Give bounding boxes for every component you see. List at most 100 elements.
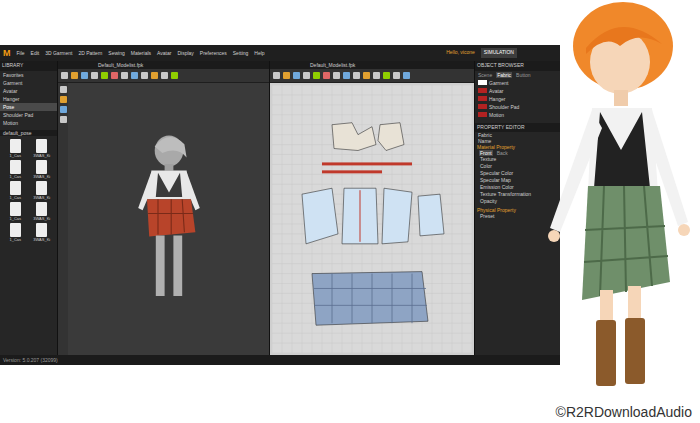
tool-icon[interactable]	[283, 72, 290, 79]
thumbnail[interactable]: 3WAS_Ki	[30, 139, 55, 158]
tool-icon[interactable]	[101, 72, 108, 79]
library-item[interactable]: Shoulder Pad	[0, 111, 57, 119]
thumbnail[interactable]: 3WAS_Ki	[30, 160, 55, 179]
object-browser: OBJECT BROWSERSceneFabricButtonGarmentAv…	[475, 61, 560, 355]
fabric-item[interactable]: Garment	[475, 79, 560, 87]
menu-item[interactable]: Edit	[31, 51, 40, 56]
tool-icon[interactable]	[141, 72, 148, 79]
menu-item[interactable]: Avatar	[157, 51, 171, 56]
menu-item[interactable]: Display	[177, 51, 193, 56]
property-row[interactable]: Fabric	[475, 132, 560, 138]
library-item[interactable]: Pose	[0, 103, 57, 111]
thumbnail[interactable]: 1_Cas	[3, 160, 28, 179]
library-item[interactable]: Garment	[0, 79, 57, 87]
thumbnail[interactable]: 3WAS_Ki	[30, 223, 55, 242]
fabric-swatch	[478, 80, 487, 85]
menu-item[interactable]: Help	[254, 51, 264, 56]
user-greeting[interactable]: Hello, vicone	[446, 49, 475, 57]
tool-icon[interactable]	[60, 116, 67, 123]
tool-icon[interactable]	[161, 72, 168, 79]
file-icon	[10, 139, 21, 153]
thumbnail-grid: 1_Cas3WAS_Ki1_Cas3WAS_Ki1_Cas3WAS_Ki1_Ca…	[0, 136, 57, 242]
library-item[interactable]: Motion	[0, 119, 57, 127]
menu-item[interactable]: File	[17, 51, 25, 56]
tool-icon[interactable]	[61, 72, 68, 79]
fabric-item[interactable]: Motion	[475, 111, 560, 119]
fabric-item[interactable]: Hanger	[475, 95, 560, 103]
browser-tab[interactable]: Button	[515, 72, 531, 78]
avatar-figure[interactable]	[114, 94, 224, 344]
property-row[interactable]: Preset	[475, 213, 560, 220]
app-logo[interactable]: M	[3, 49, 11, 58]
menu-item[interactable]: Preferences	[200, 51, 227, 56]
tool-icon[interactable]	[151, 72, 158, 79]
browser-tab[interactable]: Fabric	[496, 72, 512, 78]
file-icon	[10, 181, 21, 195]
viewport[interactable]	[68, 83, 269, 355]
menu-item[interactable]: Materials	[131, 51, 151, 56]
tool-icon[interactable]	[273, 72, 280, 79]
tool-icon[interactable]	[81, 72, 88, 79]
document-tab[interactable]: Default_Modelist.fpk	[310, 63, 355, 68]
tool-icon[interactable]	[343, 72, 350, 79]
tool-icon[interactable]	[383, 72, 390, 79]
window-3d: Default_Modelist.fpk	[58, 61, 270, 355]
tool-icon[interactable]	[303, 72, 310, 79]
tool-icon[interactable]	[60, 106, 67, 113]
menu-item[interactable]: Sewing	[108, 51, 124, 56]
tool-icon[interactable]	[323, 72, 330, 79]
menu-item[interactable]: 3D Garment	[45, 51, 72, 56]
menu-item[interactable]: 2D Pattern	[78, 51, 102, 56]
section-header[interactable]: Physical Property	[475, 207, 560, 213]
fabric-swatch	[478, 96, 487, 101]
tool-icon[interactable]	[333, 72, 340, 79]
tool-icon[interactable]	[71, 72, 78, 79]
tool-icon[interactable]	[313, 72, 320, 79]
tool-icon[interactable]	[91, 72, 98, 79]
pattern-canvas[interactable]	[272, 85, 472, 353]
property-row[interactable]: Opacity	[475, 198, 560, 205]
tool-icon[interactable]	[60, 96, 67, 103]
thumbnail[interactable]: 1_Cas	[3, 181, 28, 200]
browser-tab[interactable]: Scene	[477, 72, 493, 78]
tool-icon[interactable]	[373, 72, 380, 79]
thumbnail[interactable]: 3WAS_Ki	[30, 202, 55, 221]
tool-icon[interactable]	[363, 72, 370, 79]
thumbnail[interactable]: 3WAS_Ki	[30, 181, 55, 200]
thumbnail[interactable]: 1_Cas	[3, 139, 28, 158]
face-tab[interactable]: Front	[479, 150, 493, 156]
fabric-item[interactable]: Shoulder Pad	[475, 103, 560, 111]
file-icon	[36, 139, 47, 153]
library-item[interactable]: Hanger	[0, 95, 57, 103]
tab-bar: Default_Modelist.fpk	[270, 61, 474, 69]
tool-icon[interactable]	[171, 72, 178, 79]
property-row[interactable]: Emission Color	[475, 184, 560, 191]
thumbnail[interactable]: 1_Cas	[3, 202, 28, 221]
tool-icon[interactable]	[60, 86, 67, 93]
tool-icon[interactable]	[403, 72, 410, 79]
property-row[interactable]: Color	[475, 163, 560, 170]
property-row[interactable]: Texture	[475, 156, 560, 163]
library-item[interactable]: Avatar	[0, 87, 57, 95]
property-row[interactable]: Specular Map	[475, 177, 560, 184]
tool-icon[interactable]	[111, 72, 118, 79]
property-row[interactable]: Name	[475, 138, 560, 144]
panel-header: PROPERTY EDITOR	[475, 123, 560, 133]
menu-item[interactable]: Setting	[233, 51, 249, 56]
mode-selector[interactable]: SIMULATION	[481, 48, 517, 58]
face-tab[interactable]: Back	[496, 150, 509, 156]
panel-header: OBJECT BROWSER	[475, 61, 560, 71]
property-row[interactable]: Specular Color	[475, 170, 560, 177]
tool-icon[interactable]	[393, 72, 400, 79]
tool-icon[interactable]	[121, 72, 128, 79]
tool-icon[interactable]	[131, 72, 138, 79]
folder-label[interactable]: default_pose	[0, 130, 57, 136]
fabric-item[interactable]: Avatar	[475, 87, 560, 95]
property-row[interactable]: Texture Transformation	[475, 191, 560, 198]
library-item[interactable]: Favorites	[0, 71, 57, 79]
library-panel: LIBRARYFavoritesGarmentAvatarHangerPoseS…	[0, 61, 58, 355]
document-tab[interactable]: Default_Modelist.fpk	[98, 63, 143, 68]
thumbnail[interactable]: 1_Cas	[3, 223, 28, 242]
tool-icon[interactable]	[353, 72, 360, 79]
tool-icon[interactable]	[293, 72, 300, 79]
